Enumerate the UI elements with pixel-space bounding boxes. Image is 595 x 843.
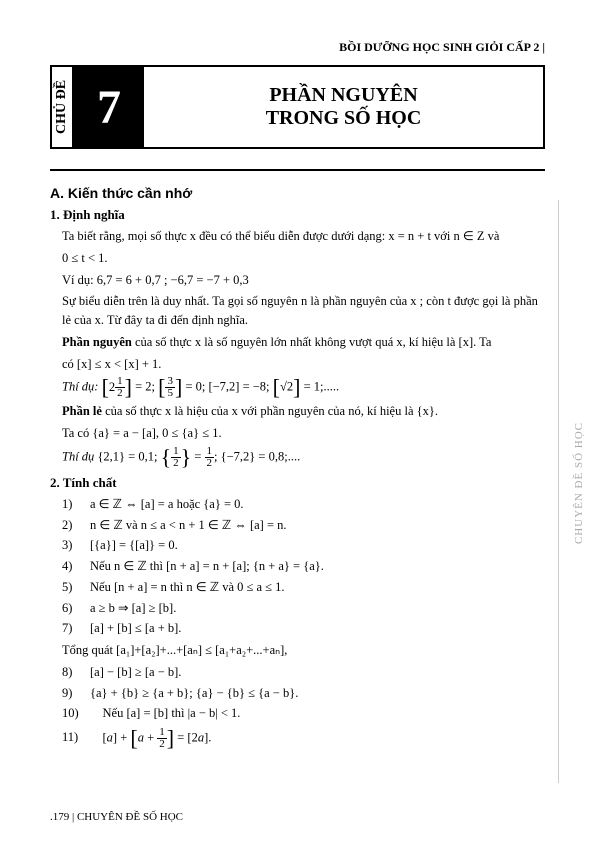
prop-2: 2)n ∈ ℤ và n ≤ a < n + 1 ∈ ℤ ⇔ [a] = n. xyxy=(62,516,545,535)
prop-1: 1)a ∈ ℤ ⇔ [a] = a hoặc {a} = 0. xyxy=(62,495,545,514)
prop-4: 4)Nếu n ∈ ℤ thì [n + a] = n + [a]; {n + … xyxy=(62,557,545,576)
prop-8-text: [a] − [b] ≥ [a − b]. xyxy=(90,665,181,679)
prop-6-text: a ≥ b ⇒ [a] ≥ [b]. xyxy=(90,601,176,615)
prop-1-text: a ∈ ℤ ⇔ [a] = a hoặc {a} = 0. xyxy=(90,497,244,511)
prop-7-text: [a] + [b] ≤ [a + b]. xyxy=(90,621,181,635)
side-label: CHUYÊN ĐỀ SỐ HỌC xyxy=(573,422,585,544)
page-footer: .179 | CHUYÊN ĐỀ SỐ HỌC xyxy=(50,811,183,823)
thi-du-2: Thí dụ xyxy=(62,449,94,463)
prop-9-text: {a} + {b} ≥ {a + b}; {a} − {b} ≤ {a − b}… xyxy=(90,686,298,700)
chapter-title: PHẦN NGUYÊN TRONG SỐ HỌC xyxy=(144,67,543,147)
frac-1-2a: 12 xyxy=(171,446,181,469)
prop-11: 11) [a] + [a + 12] = [2a]. xyxy=(62,727,545,750)
prop-8: 8)[a] − [b] ≥ [a − b]. xyxy=(62,663,545,682)
phan-nguyen-bold: Phần nguyên xyxy=(62,335,132,349)
frac-1-2c: 12 xyxy=(157,727,167,750)
phan-le-bold: Phần lẻ xyxy=(62,404,102,418)
para-1-text: Ta biết rằng, mọi số thực x đều có thể b… xyxy=(62,229,499,243)
para-7-rest: của số thực x là hiệu của x với phần ngu… xyxy=(102,404,438,418)
thi-du-1: Thí dụ: xyxy=(62,380,98,394)
prop-10-text: Nếu [a] = [b] thì |a − b| < 1. xyxy=(103,706,241,720)
prop-10: 10) Nếu [a] = [b] thì |a − b| < 1. xyxy=(62,704,545,723)
sub-definition: 1. Định nghĩa xyxy=(50,207,545,223)
chapter-number: 7 xyxy=(74,67,144,147)
prop-2-text: n ∈ ℤ và n ≤ a < n + 1 ∈ ℤ ⇔ [a] = n. xyxy=(90,518,287,532)
frac-21-2: 212 xyxy=(109,380,125,394)
para-2: Ví dụ: 6,7 = 6 + 0,7 ; −6,7 = −7 + 0,3 xyxy=(62,271,545,290)
property-list: 1)a ∈ ℤ ⇔ [a] = a hoặc {a} = 0. 2)n ∈ ℤ … xyxy=(50,495,545,638)
para-8: Ta có {a} = a − [a], 0 ≤ {a} ≤ 1. xyxy=(62,424,545,443)
prop-7: 7)[a] + [b] ≤ [a + b]. xyxy=(62,619,545,638)
chapter-box: CHỦ ĐỀ 7 PHẦN NGUYÊN TRONG SỐ HỌC xyxy=(50,65,545,149)
prop-6: 6)a ≥ b ⇒ [a] ≥ [b]. xyxy=(62,599,545,618)
title-line-2: TRONG SỐ HỌC xyxy=(266,107,422,130)
page-header: BỒI DƯỠNG HỌC SINH GIỎI CẤP 2 | xyxy=(50,40,545,55)
prop-5-text: Nếu [n + a] = n thì n ∈ ℤ và 0 ≤ a ≤ 1. xyxy=(90,580,285,594)
para-1b: 0 ≤ t < 1. xyxy=(62,249,545,268)
divider xyxy=(50,169,545,171)
prop-5: 5)Nếu [n + a] = n thì n ∈ ℤ và 0 ≤ a ≤ 1… xyxy=(62,578,545,597)
para-3: Sự biểu diễn trên là duy nhất. Ta gọi số… xyxy=(62,292,545,330)
side-rule xyxy=(558,200,559,783)
para-4-rest: của số thực x là số nguyên lớn nhất khôn… xyxy=(132,335,492,349)
prop-3: 3)[{a}] = {[a]} = 0. xyxy=(62,536,545,555)
sub-properties: 2. Tính chất xyxy=(50,475,545,491)
prop-3-text: [{a}] = {[a]} = 0. xyxy=(90,538,178,552)
para-4: Phần nguyên của số thực x là số nguyên l… xyxy=(62,333,545,352)
frac-1-2b: 12 xyxy=(205,446,215,469)
para-6: Thí dụ: [212] = 2; [35] = 0; [−7,2] = −8… xyxy=(62,376,545,399)
prop-4-text: Nếu n ∈ ℤ thì [n + a] = n + [a]; {n + a}… xyxy=(90,559,324,573)
section-A: A. Kiến thức cần nhớ xyxy=(50,185,545,201)
tong-quat: Tổng quát [a₁]+[a₂]+...+[aₙ] ≤ [a₁+a₂+..… xyxy=(62,641,545,660)
prop-9: 9){a} + {b} ≥ {a + b}; {a} − {b} ≤ {a − … xyxy=(62,684,545,703)
para-9: Thí dụ {2,1} = 0,1; {12} = 12; {−7,2} = … xyxy=(62,446,545,469)
para-7: Phần lẻ của số thực x là hiệu của x với … xyxy=(62,402,545,421)
frac-3-5: 35 xyxy=(165,376,175,399)
para-1: Ta biết rằng, mọi số thực x đều có thể b… xyxy=(62,227,545,246)
property-list-2: 8)[a] − [b] ≥ [a − b]. 9){a} + {b} ≥ {a … xyxy=(50,663,545,750)
para-5: có [x] ≤ x < [x] + 1. xyxy=(62,355,545,374)
title-line-1: PHẦN NGUYÊN xyxy=(269,84,417,107)
chude-label: CHỦ ĐỀ xyxy=(52,67,74,147)
